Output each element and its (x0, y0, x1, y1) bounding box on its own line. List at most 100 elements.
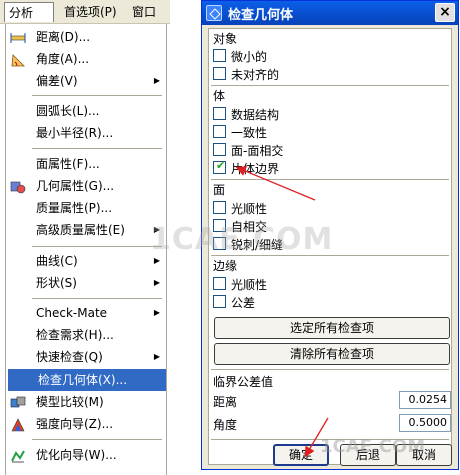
section-divider (211, 85, 449, 87)
menubar-preferences[interactable]: 首选项(P) (60, 2, 126, 22)
menu-separator (32, 148, 162, 149)
dialog-titlebar[interactable]: 检查几何体 × (202, 1, 458, 25)
checkbox-label: 数据结构 (231, 108, 280, 122)
menu-item-check-mate[interactable]: Check-Mate ▶ (6, 302, 166, 324)
checkbox[interactable] (213, 107, 226, 120)
submenu-arrow-icon: ▶ (153, 278, 160, 287)
section-divider (211, 369, 449, 371)
menu-item-label: 形状(S) (36, 276, 77, 290)
check-tiny[interactable]: 微小的 (213, 47, 443, 65)
menu-separator (32, 439, 162, 440)
check-geometry-icon (206, 5, 222, 21)
watermark: 1CAE.COM (150, 222, 334, 257)
menu-item-label: 检查几何体(X)... (38, 373, 128, 387)
distance-input[interactable]: 0.0254 (399, 391, 451, 409)
menu-item-strength-wizard[interactable]: 强度向导(Z)... (6, 413, 166, 435)
menu-item-curve[interactable]: 曲线(C) ▶ (6, 250, 166, 272)
checkbox[interactable] (213, 295, 226, 308)
strength-wizard-icon (10, 417, 26, 432)
checkbox[interactable] (213, 201, 226, 214)
tolerance-title: 临界公差值 (213, 375, 274, 389)
menu-item-arc-length[interactable]: 圆弧长(L)... (6, 100, 166, 122)
menu-item-check-geometry[interactable]: 检查几何体(X)... (8, 369, 166, 391)
checkbox[interactable]: ✔ (213, 159, 226, 174)
checkbox-label: 光顺性 (231, 278, 268, 292)
section-edge-title: 边缘 (213, 259, 238, 273)
menu-item-quick-check[interactable]: 快速检查(Q) ▶ (6, 346, 166, 368)
menu-item-angle[interactable]: 角度(A)... (6, 48, 166, 70)
checkbox-label: 光顺性 (231, 202, 268, 216)
checkbox-label: 片体边界 (231, 162, 280, 176)
menu-item-label: 面属性(F)... (36, 157, 100, 171)
close-button[interactable]: × (435, 3, 455, 22)
menu-item-distance[interactable]: 距离(D)... (6, 26, 166, 48)
checkbox[interactable] (213, 277, 226, 290)
menu-item-label: 检查需求(H)... (36, 328, 114, 342)
model-compare-icon (10, 395, 26, 409)
menu-item-label: 质量属性(P)... (36, 201, 113, 215)
angle-input[interactable]: 0.5000 (399, 414, 451, 432)
menu-item-face-props[interactable]: 面属性(F)... (6, 153, 166, 175)
menu-item-label: 偏差(V) (36, 74, 78, 88)
analysis-dropdown: 距离(D)... 角度(A)... 偏差(V) ▶ 圆弧长(L)... 最小半径… (5, 24, 167, 475)
menu-item-mass-props[interactable]: 质量属性(P)... (6, 197, 166, 219)
submenu-arrow-icon: ▶ (153, 308, 160, 317)
angle-label: 角度 (213, 418, 238, 432)
menu-item-geometry-props[interactable]: 几何属性(G)... (6, 175, 166, 197)
menubar-window[interactable]: 窗口 (128, 2, 170, 22)
menu-item-min-radius[interactable]: 最小半径(R)... (6, 122, 166, 144)
section-body-title: 体 (213, 89, 226, 103)
section-objects-title: 对象 (213, 32, 238, 46)
analysis-menu-panel: 分析(L) 首选项(P) 窗口 距离(D)... 角度(A)... 偏差(V) … (0, 0, 170, 475)
menu-item-label: 模型比较(M) (36, 395, 104, 409)
dialog-title: 检查几何体 (228, 8, 294, 23)
menu-item-advanced-mass-props[interactable]: 高级质量属性(E) ▶ (6, 219, 166, 241)
check-sheet-boundary[interactable]: ✔ 片体边界 (213, 159, 443, 177)
select-all-checks-button[interactable]: 选定所有检查项 (214, 317, 450, 339)
checkbox-label: 一致性 (231, 126, 268, 140)
check-misaligned[interactable]: 未对齐的 (213, 65, 443, 83)
menu-item-label: 强度向导(Z)... (36, 417, 114, 431)
checkbox[interactable] (213, 49, 226, 62)
check-face-smoothness[interactable]: 光顺性 (213, 199, 443, 217)
menu-separator (32, 298, 162, 299)
menu-item-check-requirements[interactable]: 检查需求(H)... (6, 324, 166, 346)
menubar-analysis[interactable]: 分析(L) (4, 2, 54, 40)
checkbox[interactable] (213, 125, 226, 138)
geometry-props-icon (10, 179, 26, 194)
watermark-bottom: 1CAE.COM (320, 436, 426, 457)
submenu-arrow-icon: ▶ (153, 76, 160, 85)
optimize-wizard-icon (10, 448, 26, 463)
section-divider (211, 179, 449, 181)
distance-icon (10, 30, 26, 44)
section-face-title: 面 (213, 183, 226, 197)
checkbox[interactable] (213, 67, 226, 80)
distance-label: 距离 (213, 395, 238, 409)
submenu-arrow-icon: ▶ (153, 352, 160, 361)
menu-item-label: 圆弧长(L)... (36, 104, 100, 118)
menu-item-label: 几何属性(G)... (36, 179, 115, 193)
menu-item-label: 快速检查(Q) (36, 350, 103, 364)
checkbox-label: 公差 (231, 296, 256, 310)
checkbox-label: 面-面相交 (231, 144, 284, 158)
checkbox[interactable] (213, 143, 226, 156)
menu-separator (32, 246, 162, 247)
menu-item-shape[interactable]: 形状(S) ▶ (6, 272, 166, 294)
clear-all-checks-button[interactable]: 清除所有检查项 (214, 343, 450, 365)
angle-icon (10, 52, 26, 67)
check-edge-smoothness[interactable]: 光顺性 (213, 275, 443, 293)
menu-item-deviation[interactable]: 偏差(V) ▶ (6, 70, 166, 92)
menubar: 分析(L) 首选项(P) 窗口 (0, 0, 170, 40)
menu-item-optimize-wizard[interactable]: 优化向导(W)... (6, 444, 166, 466)
check-consistency[interactable]: 一致性 (213, 123, 443, 141)
menu-item-label: 角度(A)... (36, 52, 90, 66)
check-tolerance[interactable]: 公差 (213, 293, 443, 311)
menu-item-label: 高级质量属性(E) (36, 223, 125, 237)
checkbox-label: 未对齐的 (231, 68, 280, 82)
menu-item-label: 距离(D)... (36, 30, 91, 44)
menu-item-label: Check-Mate (36, 306, 108, 320)
menu-item-label: 最小半径(R)... (36, 126, 114, 140)
menu-item-model-compare[interactable]: 模型比较(M) (6, 391, 166, 413)
check-face-face-intersect[interactable]: 面-面相交 (213, 141, 443, 159)
check-data-structure[interactable]: 数据结构 (213, 105, 443, 123)
